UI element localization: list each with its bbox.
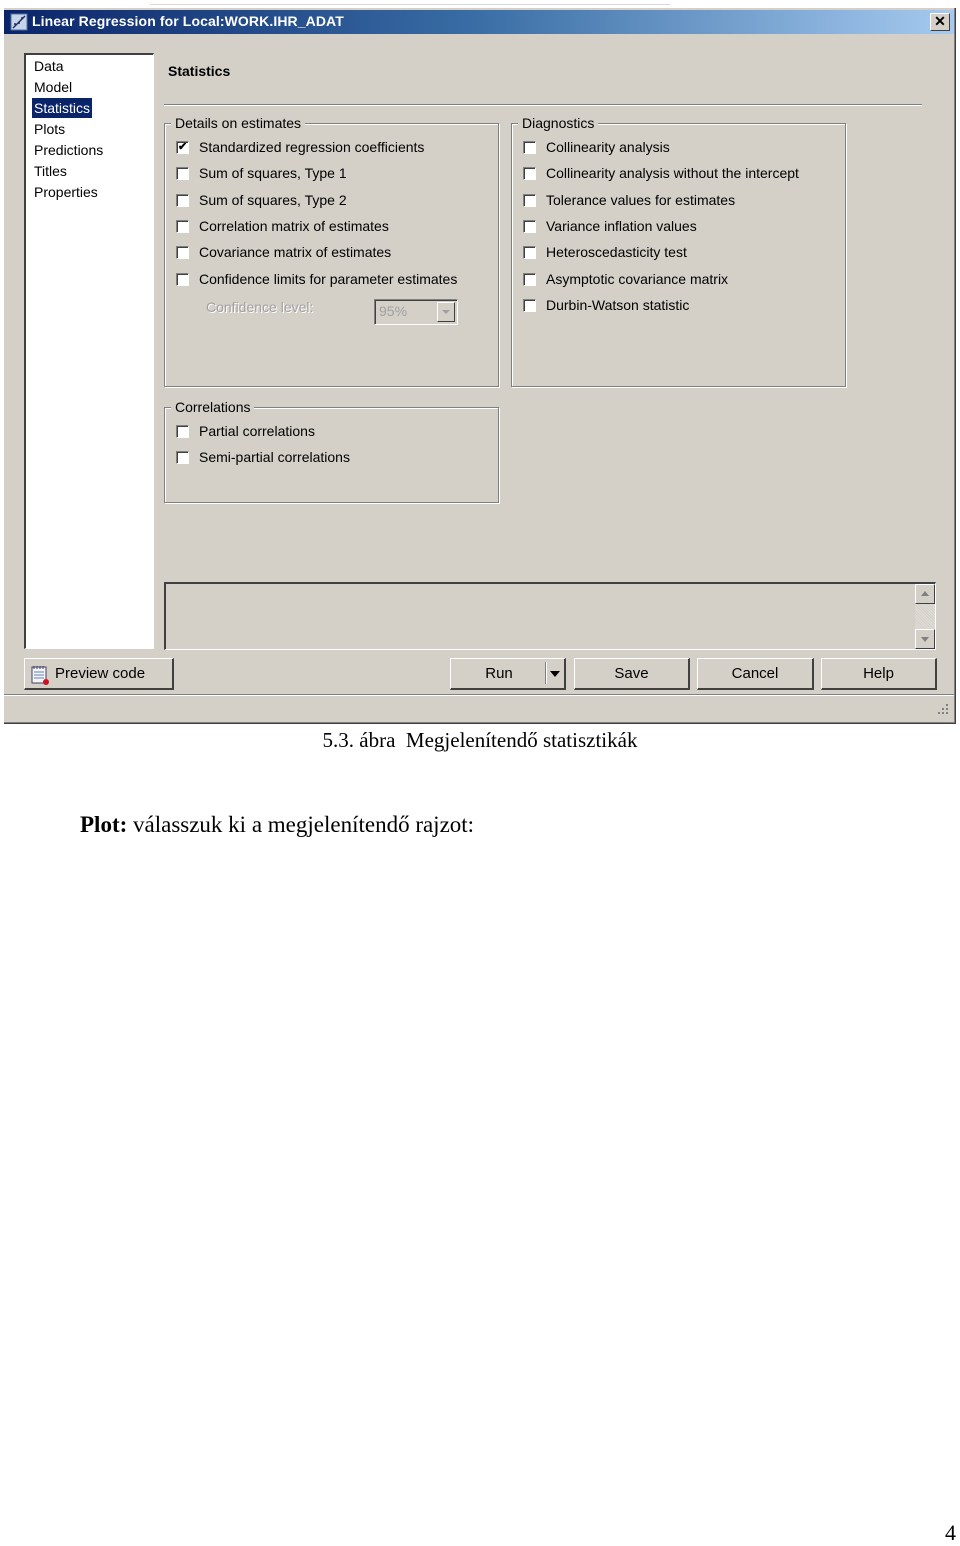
message-area[interactable] (164, 582, 936, 650)
save-button[interactable]: Save (574, 658, 690, 690)
title-bar[interactable]: Linear Regression for Local:WORK.IHR_ADA… (4, 10, 954, 34)
checkbox[interactable] (176, 272, 189, 286)
option-collinearity-no-intercept[interactable]: Collinearity analysis without the interc… (523, 163, 799, 183)
option-label: Durbin-Watson statistic (546, 297, 690, 313)
option-label: Tolerance values for estimates (546, 192, 736, 208)
run-dropdown-icon[interactable] (550, 671, 560, 677)
option-label: Collinearity analysis without the interc… (546, 165, 799, 181)
checkbox[interactable]: ✔ (176, 140, 189, 154)
plot-keyword: Plot: (80, 812, 128, 837)
option-ss-type2[interactable]: Sum of squares, Type 2 (176, 190, 347, 210)
option-covariance-matrix[interactable]: Covariance matrix of estimates (176, 242, 391, 262)
regression-app-icon (10, 13, 28, 31)
preview-code-label: Preview code (55, 665, 146, 682)
notepad-icon (31, 666, 49, 685)
plot-paragraph: Plot: válasszuk ki a megjelenítendő rajz… (80, 812, 474, 838)
confidence-level-label: Confidence level: (206, 299, 314, 315)
details-on-estimates-group: Details on estimates ✔ Standardized regr… (164, 115, 499, 387)
run-label: Run (485, 665, 513, 682)
option-label: Confidence limits for parameter estimate… (199, 271, 458, 287)
help-button[interactable]: Help (821, 658, 937, 690)
nav-item-predictions[interactable]: Predictions (32, 140, 105, 160)
preview-code-button[interactable]: Preview code (24, 658, 174, 690)
checkbox[interactable] (176, 166, 189, 180)
checkbox[interactable] (523, 166, 536, 180)
message-scrollbar[interactable] (915, 584, 935, 649)
option-collinearity[interactable]: Collinearity analysis (523, 137, 670, 157)
option-label: Sum of squares, Type 2 (199, 192, 347, 208)
checkmark-icon: ✔ (178, 140, 188, 153)
option-variance-inflation[interactable]: Variance inflation values (523, 216, 697, 236)
correlations-legend: Correlations (171, 399, 255, 415)
checkbox[interactable] (523, 193, 536, 207)
cancel-button[interactable]: Cancel (697, 658, 814, 690)
checkbox[interactable] (523, 140, 536, 154)
option-label: Correlation matrix of estimates (199, 218, 389, 234)
option-label: Collinearity analysis (546, 139, 670, 155)
nav-item-model[interactable]: Model (32, 77, 74, 97)
option-label: Heteroscedasticity test (546, 244, 687, 260)
option-semi-partial-correlations[interactable]: Semi-partial correlations (176, 447, 350, 467)
option-label: Standardized regression coefficients (199, 139, 425, 155)
run-button[interactable]: Run (450, 658, 566, 690)
section-title: Statistics (168, 63, 231, 79)
close-icon: ✕ (934, 13, 946, 29)
resize-grip-icon[interactable] (934, 702, 950, 718)
checkbox[interactable] (523, 245, 536, 259)
checkbox[interactable] (176, 193, 189, 207)
option-asymptotic-covariance[interactable]: Asymptotic covariance matrix (523, 269, 728, 289)
option-heteroscedasticity[interactable]: Heteroscedasticity test (523, 242, 687, 262)
top-edge-line (150, 4, 670, 5)
scroll-down-icon[interactable] (915, 629, 935, 649)
plot-description: válasszuk ki a megjelenítendő rajzot: (127, 812, 475, 837)
diagnostics-group: Diagnostics Collinearity analysis Collin… (511, 115, 846, 387)
close-button[interactable]: ✕ (930, 13, 950, 31)
caption-text: Megjelenítendő statisztikák (405, 728, 638, 752)
nav-item-properties[interactable]: Properties (32, 182, 100, 202)
option-correlation-matrix[interactable]: Correlation matrix of estimates (176, 216, 389, 236)
option-standardized-coefficients[interactable]: ✔ Standardized regression coefficients (176, 137, 424, 157)
scroll-up-icon[interactable] (915, 584, 935, 604)
diagnostics-legend: Diagnostics (518, 115, 599, 131)
navigation-list: Data Model Statistics Plots Predictions … (24, 53, 154, 649)
checkbox[interactable] (176, 245, 189, 259)
nav-item-data[interactable]: Data (32, 56, 66, 76)
details-legend: Details on estimates (171, 115, 306, 131)
option-ss-type1[interactable]: Sum of squares, Type 1 (176, 163, 347, 183)
option-label: Sum of squares, Type 1 (199, 165, 347, 181)
checkbox[interactable] (176, 424, 189, 438)
window-title: Linear Regression for Local:WORK.IHR_ADA… (32, 13, 344, 29)
confidence-level-select[interactable]: 95% (374, 299, 458, 325)
option-label: Partial correlations (199, 423, 315, 439)
option-label: Covariance matrix of estimates (199, 244, 392, 260)
option-confidence-limits[interactable]: Confidence limits for parameter estimate… (176, 269, 457, 289)
option-durbin-watson[interactable]: Durbin-Watson statistic (523, 295, 689, 315)
confidence-level-value: 95% (379, 303, 408, 319)
option-label: Asymptotic covariance matrix (546, 271, 729, 287)
nav-item-titles[interactable]: Titles (32, 161, 69, 181)
checkbox[interactable] (523, 298, 536, 312)
caption-number: 5.3. ábra (322, 728, 396, 752)
correlations-group: Correlations Partial correlations Semi-p… (164, 399, 499, 503)
header-separator (164, 104, 922, 106)
page-number: 4 (945, 1520, 956, 1545)
option-label: Semi-partial correlations (199, 449, 350, 465)
option-label: Variance inflation values (546, 218, 697, 234)
checkbox[interactable] (523, 219, 536, 233)
nav-item-statistics[interactable]: Statistics (32, 98, 93, 118)
checkbox[interactable] (176, 219, 189, 233)
nav-item-plots[interactable]: Plots (32, 119, 67, 139)
checkbox[interactable] (523, 272, 536, 286)
option-tolerance-values[interactable]: Tolerance values for estimates (523, 190, 735, 210)
status-separator (4, 694, 954, 696)
run-divider (545, 662, 547, 684)
chevron-down-icon[interactable] (437, 302, 455, 322)
option-partial-correlations[interactable]: Partial correlations (176, 421, 315, 441)
figure-caption: 5.3. ábra Megjelenítendő statisztikák (0, 728, 960, 753)
checkbox[interactable] (176, 450, 189, 464)
